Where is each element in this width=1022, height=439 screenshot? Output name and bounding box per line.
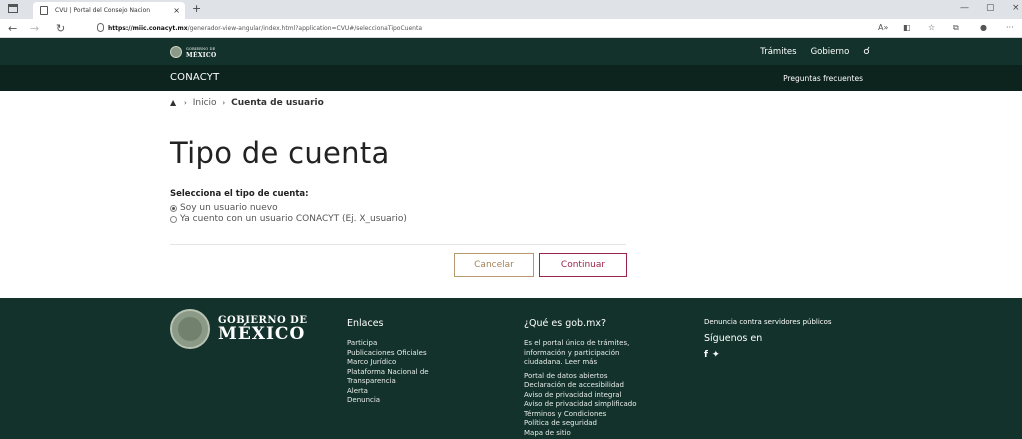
footer: GOBIERNO DE MÉXICO Enlaces Participa Pub…: [0, 298, 1022, 439]
social-links: f ✦: [704, 350, 884, 360]
search-icon[interactable]: ☌: [863, 46, 870, 57]
footer-social-column: Denuncia contra servidores públicos Sígu…: [704, 318, 884, 360]
complaint-link[interactable]: Denuncia contra servidores públicos: [704, 318, 884, 326]
new-tab-icon[interactable]: +: [192, 1, 201, 16]
collections-icon[interactable]: ⧉: [953, 22, 959, 34]
footer-link[interactable]: Denuncia: [347, 396, 497, 406]
window-menu-icon[interactable]: [8, 4, 18, 13]
continue-button[interactable]: Continuar: [539, 253, 627, 277]
radio-unselected-icon[interactable]: [170, 215, 177, 223]
footer-link[interactable]: Aviso de privacidad simplificado: [524, 400, 684, 410]
profile-icon[interactable]: ●: [980, 22, 987, 34]
logo-big-text: MÉXICO: [186, 51, 217, 59]
about-text: Es el portal único de trámites,: [524, 339, 630, 347]
facebook-icon[interactable]: f: [704, 350, 708, 360]
follow-heading: Síguenos en: [704, 333, 763, 344]
cancel-button[interactable]: Cancelar: [454, 253, 534, 277]
footer-link[interactable]: Alerta: [347, 387, 497, 397]
footer-link[interactable]: Plataforma Nacional de: [347, 368, 497, 378]
url-field[interactable]: https://miic.conacyt.mx/generador-view-a…: [108, 23, 422, 34]
more-icon[interactable]: ···: [1006, 22, 1014, 34]
back-icon[interactable]: ←: [8, 21, 17, 36]
gov-logo[interactable]: GOBIERNO DE MÉXICO: [170, 46, 216, 58]
page-title: Tipo de cuenta: [170, 136, 390, 170]
about-text: información y participación: [524, 348, 620, 357]
read-aloud-icon[interactable]: A»: [878, 22, 888, 34]
reading-view-icon[interactable]: ◧: [903, 22, 911, 34]
radio-existing-user-label[interactable]: Ya cuento con un usuario CONACYT (Ej. X_…: [180, 214, 407, 224]
footer-link[interactable]: Participa: [347, 339, 497, 349]
sub-header: CONACYT Preguntas frecuentes: [0, 65, 1022, 91]
footer-link[interactable]: Política de seguridad: [524, 419, 684, 429]
logo-small-text: GOBIERNO DE: [186, 46, 216, 51]
forward-icon[interactable]: →: [30, 21, 39, 36]
footer-logo[interactable]: GOBIERNO DE MÉXICO: [170, 309, 307, 349]
close-window-icon[interactable]: ×: [1012, 0, 1020, 17]
chevron-right-icon: ›: [184, 99, 187, 107]
radio-new-user[interactable]: Soy un usuario nuevo: [170, 203, 278, 213]
gov-header: GOBIERNO DE MÉXICO Trámites Gobierno ☌: [0, 38, 1022, 65]
breadcrumb-current: Cuenta de usuario: [231, 98, 324, 108]
tab-title: CVU | Portal del Consejo Nacion: [55, 7, 151, 14]
breadcrumb: ▲ › Inicio › Cuenta de usuario: [170, 98, 324, 108]
minimize-icon[interactable]: —: [960, 0, 969, 17]
chevron-right-icon: ›: [222, 99, 226, 107]
gov-nav: Trámites Gobierno ☌: [760, 46, 870, 57]
footer-link[interactable]: Publicaciones Oficiales: [347, 349, 497, 359]
brand-link[interactable]: CONACYT: [170, 72, 219, 83]
faq-link[interactable]: Preguntas frecuentes: [783, 74, 863, 83]
close-tab-icon[interactable]: ×: [173, 2, 180, 19]
favorites-icon[interactable]: ☆: [928, 22, 935, 34]
restore-icon[interactable]: ▢: [986, 0, 995, 17]
lock-icon[interactable]: [97, 23, 104, 32]
about-heading: ¿Qué es gob.mx?: [524, 318, 607, 329]
links-heading: Enlaces: [347, 318, 384, 329]
footer-link[interactable]: Declaración de accesibilidad: [524, 381, 684, 391]
nav-tramites[interactable]: Trámites: [760, 47, 796, 57]
footer-logo-big: MÉXICO: [218, 324, 306, 344]
home-icon[interactable]: ▲: [170, 98, 176, 107]
about-text[interactable]: ciudadana. Leer más: [524, 358, 684, 368]
radio-selected-icon[interactable]: [170, 204, 177, 212]
twitter-icon[interactable]: ✦: [712, 350, 720, 360]
radio-new-user-label[interactable]: Soy un usuario nuevo: [180, 203, 278, 213]
page-icon: [40, 6, 48, 15]
account-type-label: Selecciona el tipo de cuenta:: [170, 189, 309, 199]
seal-icon: [170, 309, 210, 349]
footer-link[interactable]: Marco Jurídico: [347, 358, 497, 368]
footer-link[interactable]: Portal de datos abiertos: [524, 372, 684, 382]
footer-link[interactable]: Términos y Condiciones: [524, 410, 684, 420]
nav-gobierno[interactable]: Gobierno: [811, 47, 850, 57]
seal-icon: [170, 46, 182, 58]
refresh-icon[interactable]: ↻: [56, 21, 65, 36]
divider: [170, 244, 626, 245]
radio-existing-user[interactable]: Ya cuento con un usuario CONACYT (Ej. X_…: [170, 214, 407, 224]
footer-about-column: ¿Qué es gob.mx? Es el portal único de tr…: [524, 318, 684, 438]
address-bar: ← → ↻ https://miic.conacyt.mx/generador-…: [0, 19, 1022, 38]
footer-link[interactable]: Transparencia: [347, 377, 497, 387]
browser-tab-bar: CVU | Portal del Consejo Nacion × + — ▢ …: [0, 0, 1022, 19]
breadcrumb-home[interactable]: Inicio: [193, 98, 217, 108]
browser-tab[interactable]: CVU | Portal del Consejo Nacion ×: [33, 2, 185, 19]
footer-links-column: Enlaces Participa Publicaciones Oficiale…: [347, 318, 497, 406]
footer-link[interactable]: Mapa de sitio: [524, 429, 684, 439]
footer-link[interactable]: Aviso de privacidad integral: [524, 391, 684, 401]
